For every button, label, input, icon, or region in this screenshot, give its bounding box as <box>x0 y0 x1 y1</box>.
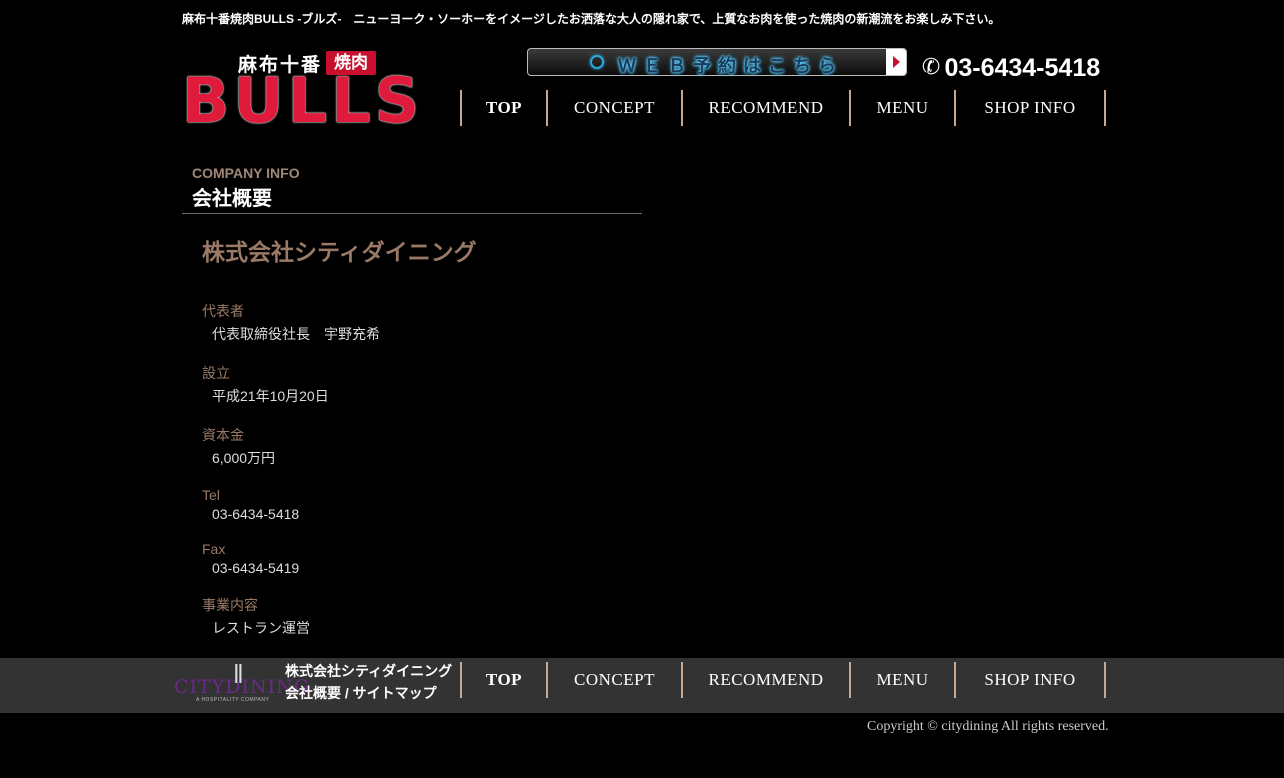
heading-divider <box>182 213 642 214</box>
info-value-established: 平成21年10月20日 <box>212 388 329 404</box>
footer-link-sitemap[interactable]: サイトマップ <box>353 685 437 701</box>
company-info-list: 代表者 代表取締役社長 宇野充希 設立 平成21年10月20日 資本金 6,00… <box>202 301 632 657</box>
info-value-representative: 代表取締役社長 宇野充希 <box>212 326 380 342</box>
info-label-representative: 代表者 <box>202 303 244 319</box>
footer-link-company-info[interactable]: 会社概要 <box>285 685 341 701</box>
nav-separator <box>1104 662 1106 698</box>
web-reservation-button[interactable]: ＷＥＢ予約はこちら <box>527 48 907 77</box>
main-nav: TOP CONCEPT RECOMMEND MENU SHOP INFO <box>460 90 1106 126</box>
info-label-fax: Fax <box>202 541 226 557</box>
copyright: Copyright © citydining All rights reserv… <box>867 719 1109 734</box>
nav-separator <box>1104 90 1106 126</box>
nav-item-top[interactable]: TOP <box>462 90 546 126</box>
info-label-tel: Tel <box>202 487 220 503</box>
footer-nav-item-recommend[interactable]: RECOMMEND <box>683 662 849 698</box>
footer-logo-subtext: A HOSPITALITY COMPANY <box>196 697 270 703</box>
info-value-tel: 03-6434-5418 <box>212 506 300 522</box>
web-reservation-label: ＷＥＢ予約はこちら <box>618 56 843 77</box>
fork-knife-icon: ǁ <box>233 659 244 689</box>
section-heading-ja: 会社概要 <box>192 188 272 210</box>
nav-item-menu[interactable]: MENU <box>851 90 954 126</box>
citydining-logo[interactable]: CITYDINING ǁ A HOSPITALITY COMPANY <box>174 658 309 708</box>
company-name: 株式会社シティダイニング <box>202 239 477 265</box>
nav-item-concept[interactable]: CONCEPT <box>548 90 681 126</box>
info-value-fax: 03-6434-5419 <box>212 560 300 576</box>
phone-icon: ✆ <box>919 52 943 81</box>
footer-company-name: 株式会社シティダイニング <box>285 663 453 679</box>
info-label-capital: 資本金 <box>202 427 244 443</box>
logo-wordmark: BULLS <box>182 64 424 137</box>
nav-item-recommend[interactable]: RECOMMEND <box>683 90 849 126</box>
footer-links: 会社概要 / サイトマップ <box>285 683 437 703</box>
info-value-business: レストラン運営 <box>212 620 310 636</box>
section-heading-en: COMPANY INFO <box>192 165 300 181</box>
circle-icon <box>590 55 604 69</box>
footer-nav: TOP CONCEPT RECOMMEND MENU SHOP INFO <box>460 662 1106 698</box>
phone-number: 03-6434-5418 <box>944 54 1101 82</box>
bulls-logo[interactable]: 麻布十番 焼肉 BULLS <box>182 48 428 132</box>
nav-item-shop-info[interactable]: SHOP INFO <box>956 90 1104 126</box>
site-footer: CITYDINING ǁ A HOSPITALITY COMPANY 株式会社シ… <box>0 658 1284 713</box>
info-value-capital: 6,000万円 <box>212 450 276 466</box>
header-phone[interactable]: ✆03-6434-5418 <box>919 52 1101 83</box>
footer-nav-item-concept[interactable]: CONCEPT <box>548 662 681 698</box>
footer-nav-item-shop-info[interactable]: SHOP INFO <box>956 662 1104 698</box>
footer-nav-item-menu[interactable]: MENU <box>851 662 954 698</box>
arrow-right-icon <box>886 49 906 75</box>
footer-link-separator: / <box>341 685 353 701</box>
info-label-business: 事業内容 <box>202 597 258 613</box>
site-tagline: 麻布十番焼肉BULLS -ブルズ- ニューヨーク・ソーホーをイメージしたお洒落な… <box>182 12 1001 26</box>
footer-nav-item-top[interactable]: TOP <box>462 662 546 698</box>
info-label-established: 設立 <box>202 365 230 381</box>
